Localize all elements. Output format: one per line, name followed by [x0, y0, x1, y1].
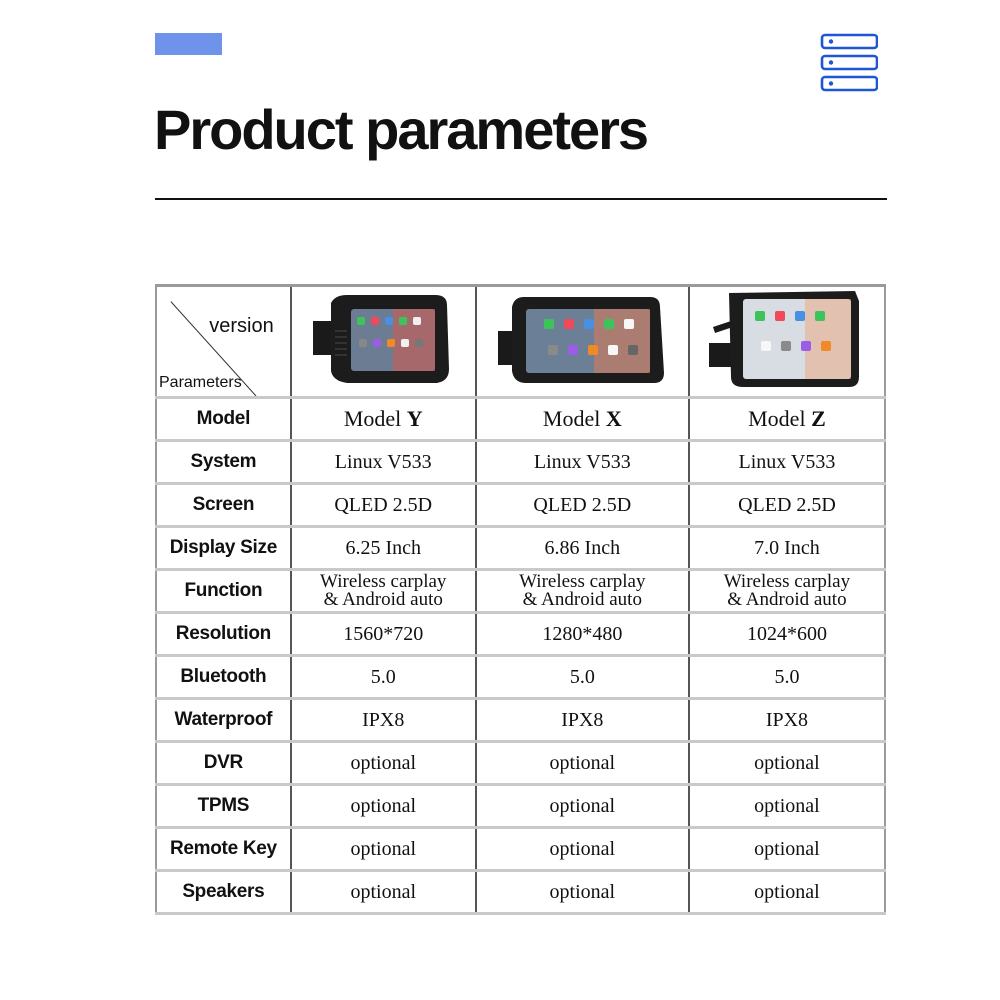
cell-tpms-model-z: optional [687, 783, 887, 829]
table-row-speakers: Speakers optional optional optional [155, 869, 887, 915]
cell-screen-model-z: QLED 2.5D [687, 482, 887, 528]
row-label: Waterproof [155, 697, 292, 743]
cell-dvr-model-y: optional [289, 740, 477, 786]
title-divider [155, 198, 887, 200]
cell-tpms-model-x: optional [474, 783, 690, 829]
table-row-function: Function Wireless carplay & Android auto Wi… [155, 568, 887, 614]
row-label: Remote Key [155, 826, 292, 872]
cell-remote-key-model-y: optional [289, 826, 477, 872]
corner-label-parameters: Parameters [159, 374, 242, 391]
cell-speakers-model-y: optional [289, 869, 477, 915]
row-label: Resolution [155, 611, 292, 657]
table-row-model: Model Model Y Model X Model Z [155, 396, 887, 442]
cell-dvr-model-z: optional [687, 740, 887, 786]
cell-display-size-model-x: 6.86 Inch [474, 525, 690, 571]
device-image-model-y [313, 291, 453, 387]
corner-label-version: version [209, 315, 274, 337]
cell-bluetooth-model-z: 5.0 [687, 654, 887, 700]
table-row-tpms: TPMS optional optional optional [155, 783, 887, 829]
cell-resolution-model-y: 1560*720 [289, 611, 477, 657]
model-name-x: Model X [474, 396, 690, 442]
device-image-cell-model-y [289, 284, 477, 399]
cell-line: & Android auto [727, 589, 847, 610]
cell-bluetooth-model-x: 5.0 [474, 654, 690, 700]
cell-screen-model-x: QLED 2.5D [474, 482, 690, 528]
cell-remote-key-model-z: optional [687, 826, 887, 872]
cell-display-size-model-z: 7.0 Inch [687, 525, 887, 571]
page-title: Product parameters [154, 98, 649, 161]
table-row-waterproof: Waterproof IPX8 IPX8 IPX8 [155, 697, 887, 743]
table-row-bluetooth: Bluetooth 5.0 5.0 5.0 [155, 654, 887, 700]
cell-tpms-model-y: optional [289, 783, 477, 829]
cell-speakers-model-x: optional [474, 869, 690, 915]
table-row-display-size: Display Size 6.25 Inch 6.86 Inch 7.0 Inch [155, 525, 887, 571]
cell-speakers-model-z: optional [687, 869, 887, 915]
cell-system-model-z: Linux V533 [687, 439, 887, 485]
row-label: Display Size [155, 525, 292, 571]
table-row-resolution: Resolution 1560*720 1280*480 1024*600 [155, 611, 887, 657]
cell-waterproof-model-z: IPX8 [687, 697, 887, 743]
cell-resolution-model-x: 1280*480 [474, 611, 690, 657]
cell-dvr-model-x: optional [474, 740, 690, 786]
row-label: System [155, 439, 292, 485]
cell-resolution-model-z: 1024*600 [687, 611, 887, 657]
image-row: version Parameters [155, 284, 887, 399]
row-label: Screen [155, 482, 292, 528]
device-image-model-z [708, 287, 865, 391]
model-name-z: Model Z [687, 396, 887, 442]
server-stack-icon [820, 32, 879, 92]
table-row-remote-key: Remote Key optional optional optional [155, 826, 887, 872]
table-row-system: System Linux V533 Linux V533 Linux V533 [155, 439, 887, 485]
row-label: Speakers [155, 869, 292, 915]
table-row-dvr: DVR optional optional optional [155, 740, 887, 786]
cell-function-model-z: Wireless carplay & Android auto [687, 568, 887, 614]
device-image-model-x [498, 291, 666, 387]
cell-waterproof-model-x: IPX8 [474, 697, 690, 743]
cell-display-size-model-y: 6.25 Inch [289, 525, 477, 571]
row-label: TPMS [155, 783, 292, 829]
cell-system-model-y: Linux V533 [289, 439, 477, 485]
model-name-y: Model Y [289, 396, 477, 442]
row-label: Bluetooth [155, 654, 292, 700]
table-row-screen: Screen QLED 2.5D QLED 2.5D QLED 2.5D [155, 482, 887, 528]
cell-line: & Android auto [522, 589, 642, 610]
device-image-cell-model-x [474, 284, 690, 399]
cell-function-model-x: Wireless carplay & Android auto [474, 568, 690, 614]
cell-bluetooth-model-y: 5.0 [289, 654, 477, 700]
corner-header-cell: version Parameters [155, 284, 292, 399]
row-label: DVR [155, 740, 292, 786]
row-label: Model [155, 396, 292, 442]
cell-remote-key-model-x: optional [474, 826, 690, 872]
row-label: Function [155, 568, 292, 614]
device-image-cell-model-z [687, 284, 887, 399]
cell-waterproof-model-y: IPX8 [289, 697, 477, 743]
cell-line: & Android auto [323, 589, 443, 610]
cell-system-model-x: Linux V533 [474, 439, 690, 485]
cell-function-model-y: Wireless carplay & Android auto [289, 568, 477, 614]
spec-table: version Parameters Model Model Y Model X… [155, 284, 887, 915]
accent-block [155, 33, 222, 55]
cell-screen-model-y: QLED 2.5D [289, 482, 477, 528]
